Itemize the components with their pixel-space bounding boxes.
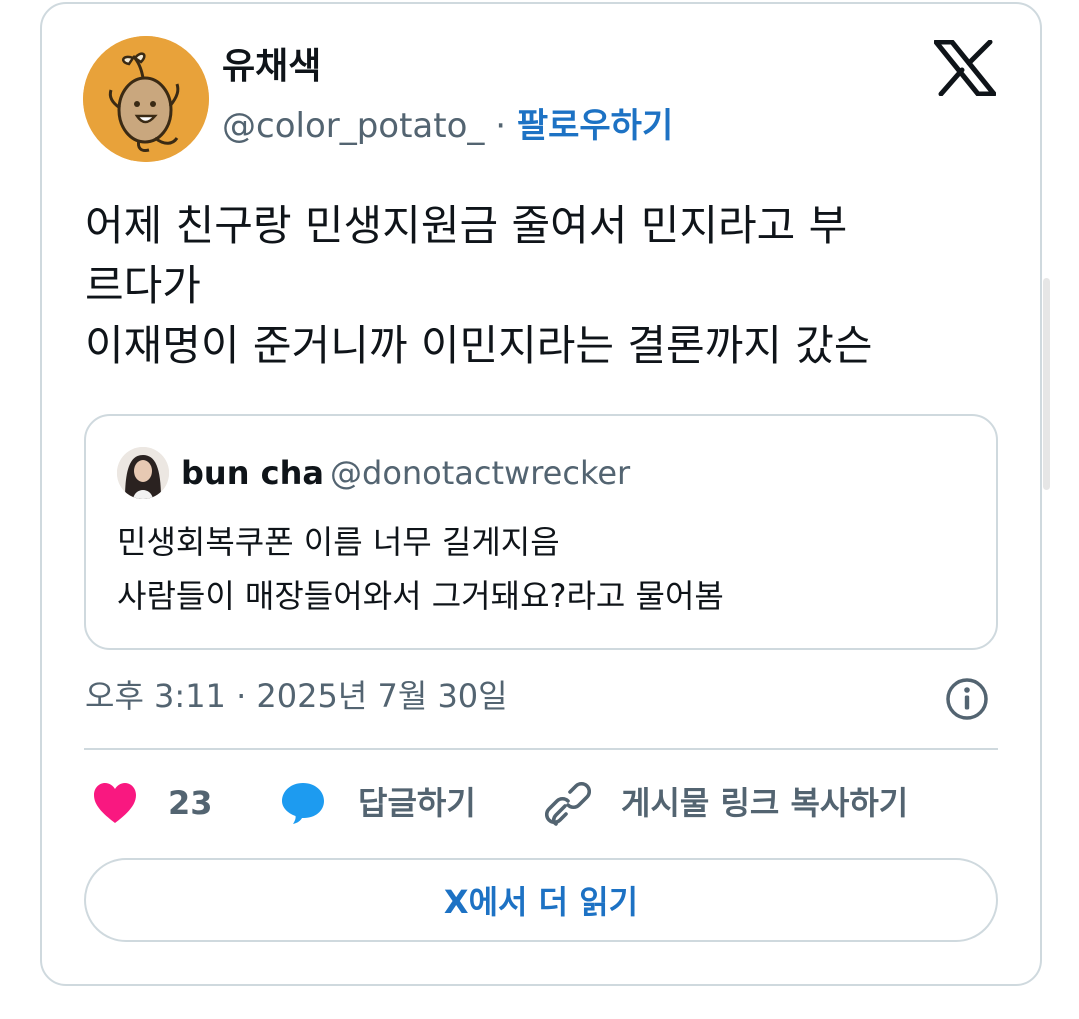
quoted-text-line: 사람들이 매장들어와서 그거돼요?라고 물어봄 bbox=[117, 577, 724, 615]
speech-bubble-icon bbox=[282, 783, 324, 824]
scrollbar[interactable] bbox=[1043, 278, 1050, 490]
copy-link-button[interactable]: 게시물 링크 복사하기 bbox=[545, 780, 908, 826]
author-handle[interactable]: @color_potato_ bbox=[222, 106, 484, 146]
x-logo-icon[interactable] bbox=[934, 40, 996, 96]
like-count: 23 bbox=[168, 784, 213, 822]
potato-character-icon bbox=[83, 36, 209, 162]
tweet-text-line: 어제 친구랑 민생지원금 줄여서 민지라고 부 bbox=[85, 201, 848, 250]
author-display-name[interactable]: 유채색 bbox=[222, 44, 321, 90]
read-more-button[interactable]: X에서 더 읽기 bbox=[84, 858, 998, 942]
author-avatar[interactable] bbox=[83, 36, 209, 162]
quoted-author-handle: @donotactwrecker bbox=[330, 454, 631, 492]
quoted-text-line: 민생회복쿠폰 이름 너무 길게지음 bbox=[117, 523, 560, 561]
copy-link-label: 게시물 링크 복사하기 bbox=[621, 784, 909, 822]
divider bbox=[84, 748, 998, 750]
quoted-author-name: bun cha bbox=[181, 454, 324, 492]
separator-dot: · bbox=[495, 106, 507, 146]
reply-label: 답글하기 bbox=[358, 784, 476, 822]
reply-button[interactable]: 답글하기 bbox=[280, 780, 476, 826]
follow-button[interactable]: 팔로우하기 bbox=[517, 106, 673, 146]
tweet-text-line: 르다가 bbox=[85, 261, 201, 310]
tweet-timestamp[interactable]: 오후 3:11 · 2025년 7월 30일 bbox=[85, 674, 508, 718]
info-icon[interactable] bbox=[944, 676, 990, 722]
like-button[interactable]: 23 bbox=[92, 780, 213, 826]
heart-icon bbox=[94, 783, 136, 823]
person-avatar-icon bbox=[117, 447, 169, 499]
quoted-author-avatar bbox=[117, 447, 169, 499]
author-handle-row: @color_potato_ · 팔로우하기 bbox=[222, 104, 673, 148]
link-icon bbox=[545, 781, 591, 826]
quoted-tweet-text: 민생회복쿠폰 이름 너무 길게지음 사람들이 매장들어와서 그거돼요?라고 물어… bbox=[117, 515, 724, 623]
tweet-text-line: 이재명이 준거니까 이민지라는 결론까지 갔슨 bbox=[85, 321, 873, 370]
tweet-text: 어제 친구랑 민생지원금 줄여서 민지라고 부 르다가 이재명이 준거니까 이민… bbox=[85, 196, 1005, 376]
